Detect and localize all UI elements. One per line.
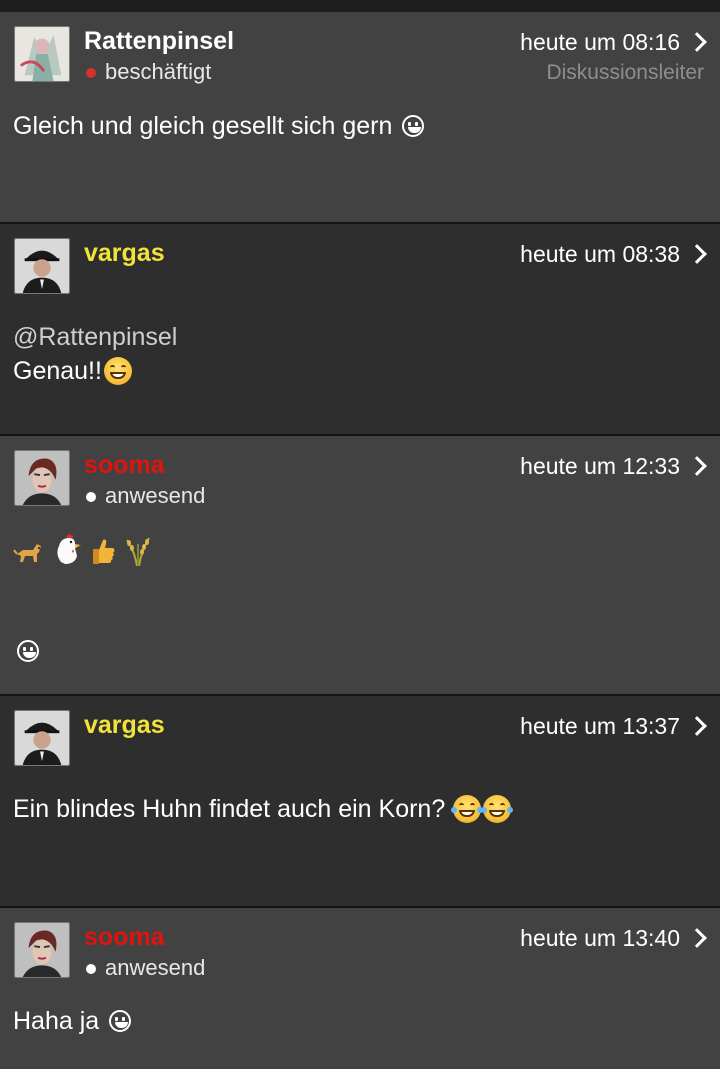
post-item: vargas heute um 08:38 @Rattenpinsel Gena… bbox=[0, 224, 720, 434]
timestamp-label: heute um 12:33 bbox=[520, 453, 680, 479]
user-status: anwesend bbox=[86, 483, 205, 509]
chevron-right-icon bbox=[687, 244, 707, 264]
smile-outline-icon bbox=[402, 115, 425, 137]
post-mention[interactable]: @Rattenpinsel bbox=[13, 320, 177, 354]
thumbs-up-icon bbox=[93, 539, 115, 564]
post-text-content: Genau!! bbox=[13, 357, 102, 385]
post-text-content: Haha ja bbox=[13, 1007, 100, 1035]
smile-outline-icon bbox=[17, 640, 39, 662]
post-item: Rattenpinsel beschäftigt heute um 08:16 … bbox=[0, 12, 720, 222]
avatar[interactable] bbox=[14, 922, 70, 978]
username[interactable]: Rattenpinsel bbox=[84, 26, 234, 56]
rice-sheaf-icon bbox=[126, 537, 150, 566]
dog-icon bbox=[13, 540, 41, 562]
user-status: anwesend bbox=[86, 955, 205, 981]
user-role: Diskussionsleiter bbox=[546, 61, 704, 84]
post-item: sooma anwesend heute um 12:33 bbox=[0, 436, 720, 694]
timestamp-label: heute um 08:16 bbox=[520, 29, 680, 55]
post-item: vargas heute um 13:37 Ein blindes Huhn f… bbox=[0, 696, 720, 906]
post-trailing-emoji bbox=[17, 640, 39, 667]
post-text: Genau!! bbox=[13, 354, 132, 388]
status-label: anwesend bbox=[105, 955, 206, 980]
post-text: Haha ja bbox=[13, 1004, 132, 1038]
post-text-content: Gleich und gleich gesellt sich gern bbox=[13, 112, 393, 140]
post-timestamp[interactable]: heute um 12:33 bbox=[520, 451, 708, 481]
status-dot-icon bbox=[86, 492, 96, 502]
timestamp-label: heute um 13:40 bbox=[520, 925, 680, 951]
username[interactable]: sooma bbox=[84, 922, 165, 952]
post-text: Ein blindes Huhn findet auch ein Korn? bbox=[13, 792, 514, 826]
chevron-right-icon bbox=[687, 32, 707, 52]
discussion-feed: Rattenpinsel beschäftigt heute um 08:16 … bbox=[0, 0, 720, 1069]
chicken-icon bbox=[57, 534, 81, 564]
chevron-right-icon bbox=[687, 456, 707, 476]
user-status: beschäftigt bbox=[86, 59, 211, 85]
status-label: beschäftigt bbox=[105, 59, 212, 84]
post-text: Gleich und gleich gesellt sich gern bbox=[13, 109, 425, 143]
post-timestamp[interactable]: heute um 13:37 bbox=[520, 711, 708, 741]
username[interactable]: vargas bbox=[84, 710, 165, 740]
post-item: sooma anwesend heute um 13:40 Haha ja bbox=[0, 908, 720, 1069]
timestamp-label: heute um 08:38 bbox=[520, 241, 680, 267]
post-timestamp[interactable]: heute um 08:16 bbox=[520, 27, 708, 57]
chevron-right-icon bbox=[687, 716, 707, 736]
grinning-face-icon bbox=[103, 357, 132, 385]
avatar[interactable] bbox=[14, 710, 70, 766]
status-dot-icon bbox=[86, 964, 96, 974]
avatar[interactable] bbox=[14, 450, 70, 506]
chevron-right-icon bbox=[687, 928, 707, 948]
top-divider bbox=[0, 0, 720, 12]
mention-link[interactable]: @Rattenpinsel bbox=[13, 320, 177, 354]
tears-of-joy-icon bbox=[451, 795, 484, 823]
avatar[interactable] bbox=[14, 238, 70, 294]
smile-outline-icon bbox=[109, 1010, 132, 1032]
post-text-content: Ein blindes Huhn findet auch ein Korn? bbox=[13, 795, 446, 823]
avatar[interactable] bbox=[14, 26, 70, 82]
post-timestamp[interactable]: heute um 13:40 bbox=[520, 923, 708, 953]
tears-of-joy-icon bbox=[481, 795, 514, 823]
status-label: anwesend bbox=[105, 483, 206, 508]
post-timestamp[interactable]: heute um 08:38 bbox=[520, 239, 708, 269]
username[interactable]: sooma bbox=[84, 450, 165, 480]
emoji-row bbox=[13, 532, 153, 566]
status-dot-icon bbox=[86, 68, 96, 78]
username[interactable]: vargas bbox=[84, 238, 165, 268]
timestamp-label: heute um 13:37 bbox=[520, 713, 680, 739]
